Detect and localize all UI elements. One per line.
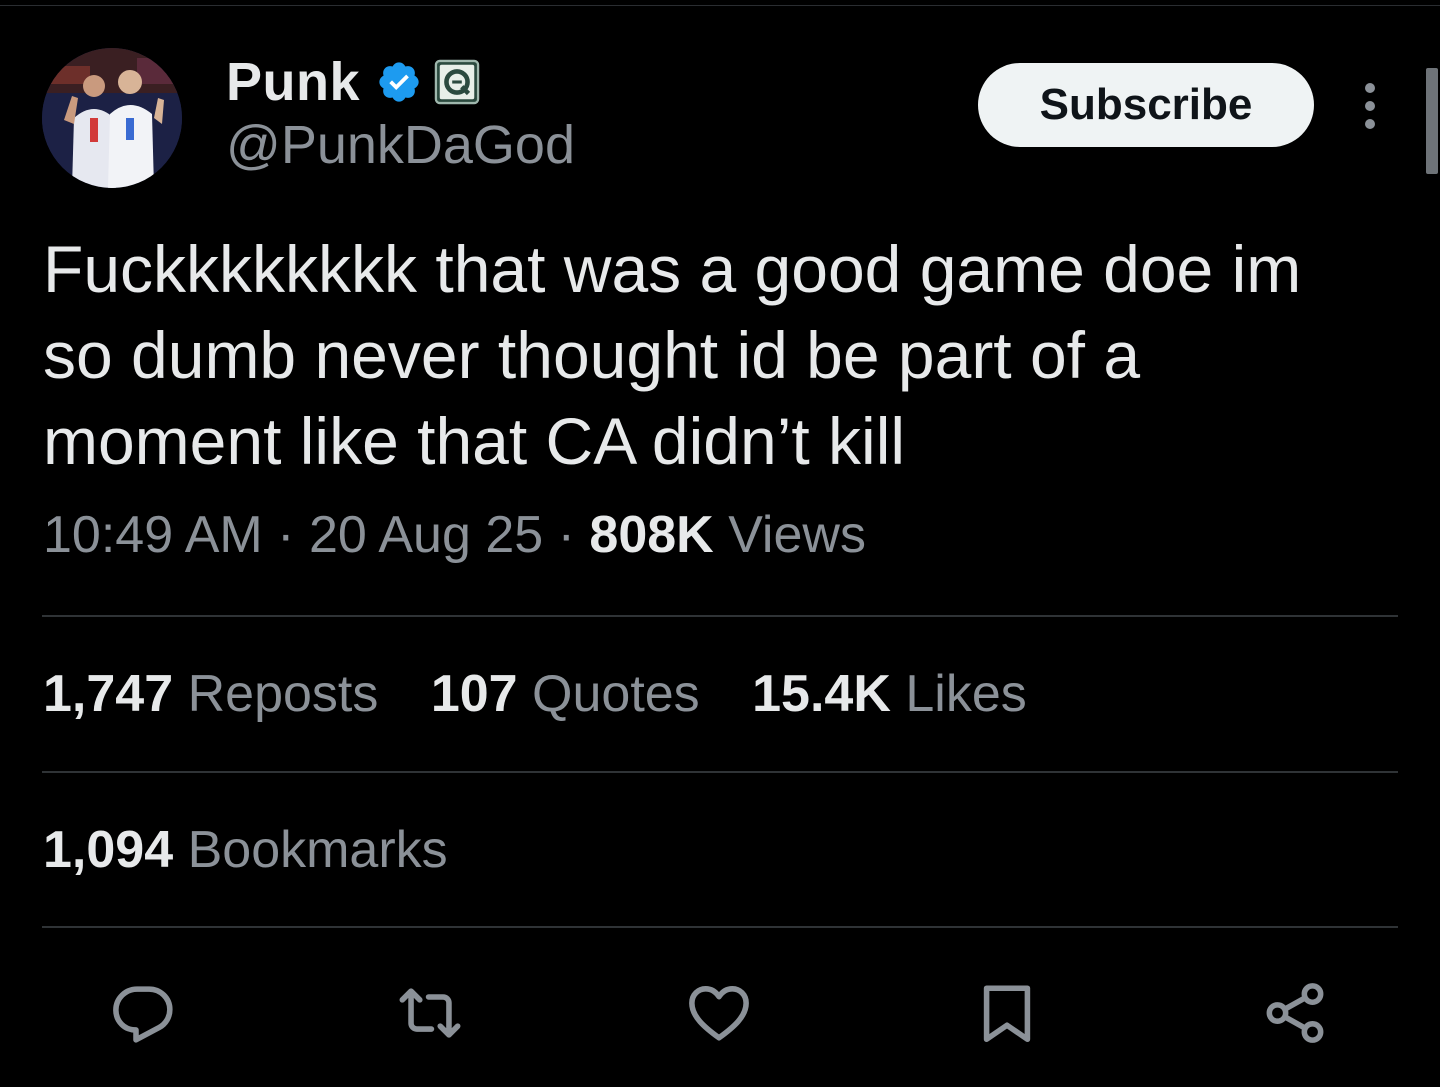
share-button[interactable] xyxy=(1260,978,1330,1048)
avatar-photo xyxy=(42,48,182,188)
quotes-label: Quotes xyxy=(532,665,700,723)
likes-label: Likes xyxy=(905,665,1027,723)
likes-stat[interactable]: 15.4K Likes xyxy=(752,665,1027,723)
repost-icon xyxy=(399,988,461,1038)
bookmark-button[interactable] xyxy=(972,978,1042,1048)
quotes-stat[interactable]: 107 Quotes xyxy=(431,665,700,723)
more-vertical-icon[interactable] xyxy=(1352,82,1388,130)
divider xyxy=(42,771,1398,773)
top-border xyxy=(0,5,1440,6)
divider xyxy=(42,615,1398,617)
verified-badge-icon[interactable] xyxy=(376,59,422,105)
meta-separator: · xyxy=(557,506,575,564)
heart-icon xyxy=(689,986,749,1041)
bookmarks-label: Bookmarks xyxy=(187,821,448,879)
reposts-stat[interactable]: 1,747 Reposts xyxy=(43,665,378,723)
like-button[interactable] xyxy=(684,978,754,1048)
bookmark-icon xyxy=(983,985,1031,1043)
bookmarks-stat[interactable]: 1,094 Bookmarks xyxy=(43,820,448,880)
reply-icon xyxy=(113,986,173,1043)
author-display-name[interactable]: Punk xyxy=(226,51,360,113)
scrollbar-thumb[interactable] xyxy=(1426,68,1438,174)
avatar[interactable] xyxy=(42,48,182,188)
reposts-label: Reposts xyxy=(187,665,379,723)
engagement-stats: 1,747 Reposts 107 Quotes 15.4K Likes xyxy=(43,664,1065,724)
tweet-date[interactable]: 20 Aug 25 xyxy=(309,506,543,564)
reply-button[interactable] xyxy=(108,978,178,1048)
subscribe-button[interactable]: Subscribe xyxy=(978,63,1314,147)
reposts-count: 1,747 xyxy=(43,665,174,723)
author-name-row: Punk xyxy=(226,50,480,114)
author-handle[interactable]: @PunkDaGod xyxy=(226,114,575,176)
views-label: Views xyxy=(728,506,866,564)
divider xyxy=(42,926,1398,928)
views-count: 808K xyxy=(589,506,714,564)
quotes-count: 107 xyxy=(430,665,518,723)
tweet-time[interactable]: 10:49 AM xyxy=(43,506,263,564)
likes-count: 15.4K xyxy=(752,665,891,723)
share-icon xyxy=(1266,983,1324,1043)
affiliate-badge-icon[interactable] xyxy=(434,59,480,105)
tweet-text: Fuckkkkkkkk that was a good game doe im … xyxy=(43,232,1302,478)
bookmarks-count: 1,094 xyxy=(43,821,174,879)
tweet-meta: 10:49 AM · 20 Aug 25 · 808K Views xyxy=(43,505,866,565)
repost-button[interactable] xyxy=(395,978,465,1048)
meta-separator: · xyxy=(277,506,295,564)
